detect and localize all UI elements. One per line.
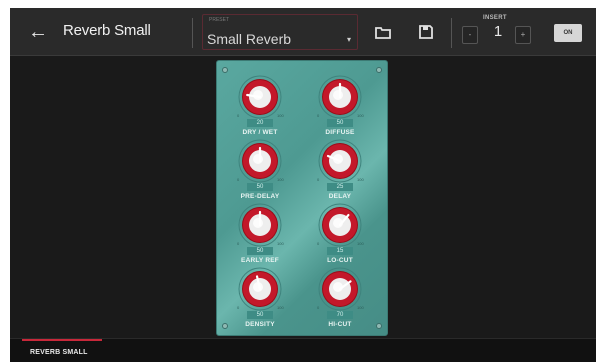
knob-early-ref[interactable]: 0 100 50 EARLY REF <box>225 201 295 267</box>
chevron-down-icon: ▾ <box>346 35 351 44</box>
knob-value[interactable]: 50 <box>247 247 273 255</box>
knob-lo-cut[interactable]: 0 100 15 LO-CUT <box>305 201 375 267</box>
header-divider <box>192 18 193 48</box>
knob-tick-max: 100 <box>357 113 364 118</box>
knob-tick-min: 0 <box>317 241 320 246</box>
knob-pre-delay[interactable]: 0 100 50 PRE-DELAY <box>225 137 295 203</box>
knob-tick-min: 0 <box>317 113 320 118</box>
knob-tick-min: 0 <box>237 113 240 118</box>
knob-tick-max: 100 <box>357 177 364 182</box>
insert-value: 1 <box>493 23 503 40</box>
knob-tick-min: 0 <box>237 305 240 310</box>
knob-tick-max: 100 <box>277 241 284 246</box>
bottom-tab-bar: REVERB SMALL <box>10 338 596 362</box>
load-button[interactable] <box>373 22 393 42</box>
tab-reverb-small[interactable]: REVERB SMALL <box>22 339 102 362</box>
knob-label: LO-CUT <box>327 257 353 264</box>
screen: ← Reverb Small PRESET Small Reverb ▾ INS… <box>10 8 596 362</box>
knob-label: EARLY REF <box>241 257 279 264</box>
knob-value[interactable]: 50 <box>247 311 273 319</box>
knob-value[interactable]: 70 <box>327 311 353 319</box>
save-icon <box>419 25 433 39</box>
knob-tick-max: 100 <box>277 305 284 310</box>
knob-tick-min: 0 <box>317 305 320 310</box>
knob-tick-min: 0 <box>237 177 240 182</box>
knob-tick-min: 0 <box>237 241 240 246</box>
knob-density[interactable]: 0 100 50 DENSITY <box>225 265 295 331</box>
preset-value: Small Reverb <box>207 31 292 47</box>
preset-sub-label: PRESET <box>209 17 230 23</box>
folder-icon <box>375 27 391 39</box>
knob-tick-min: 0 <box>317 177 320 182</box>
knob-delay[interactable]: 0 100 25 DELAY <box>305 137 375 203</box>
arrow-left-icon: ← <box>28 21 48 43</box>
reverb-plugin-panel: 0 100 20 DRY / WET 0 100 50 DIFFUSE 0 100 50 PRE-DE… <box>216 60 388 336</box>
insert-increment-button[interactable]: + <box>515 26 531 44</box>
knob-value[interactable]: 20 <box>247 119 273 127</box>
header-divider <box>451 18 452 48</box>
knob-value[interactable]: 50 <box>247 183 273 191</box>
insert-label: INSERT <box>483 15 507 21</box>
page-title: Reverb Small <box>63 22 151 39</box>
knob-value[interactable]: 15 <box>327 247 353 255</box>
knob-tick-max: 100 <box>357 305 364 310</box>
knob-label: HI-CUT <box>328 321 352 328</box>
knob-tick-max: 100 <box>277 113 284 118</box>
tab-label: REVERB SMALL <box>30 349 88 356</box>
on-toggle-button[interactable]: ON <box>554 24 582 42</box>
screw-icon <box>376 323 382 329</box>
knob-value[interactable]: 25 <box>327 183 353 191</box>
knob-hi-cut[interactable]: 0 100 70 HI-CUT <box>305 265 375 331</box>
knob-label: DENSITY <box>245 321 275 328</box>
back-button[interactable]: ← <box>26 20 50 44</box>
screw-icon <box>376 67 382 73</box>
insert-decrement-button[interactable]: - <box>462 26 478 44</box>
knob-tick-max: 100 <box>277 177 284 182</box>
preset-selector[interactable]: PRESET Small Reverb ▾ <box>202 14 358 50</box>
knob-label: DIFFUSE <box>325 129 355 136</box>
knob-tick-max: 100 <box>357 241 364 246</box>
header-bar: ← Reverb Small PRESET Small Reverb ▾ INS… <box>10 8 596 56</box>
knob-dry-wet[interactable]: 0 100 20 DRY / WET <box>225 73 295 139</box>
knob-value[interactable]: 50 <box>327 119 353 127</box>
knob-label: PRE-DELAY <box>240 193 280 200</box>
knob-label: DRY / WET <box>242 129 278 136</box>
active-tab-indicator <box>22 339 102 341</box>
knob-label: DELAY <box>328 193 352 200</box>
save-button[interactable] <box>416 22 436 42</box>
knob-diffuse[interactable]: 0 100 50 DIFFUSE <box>305 73 375 139</box>
